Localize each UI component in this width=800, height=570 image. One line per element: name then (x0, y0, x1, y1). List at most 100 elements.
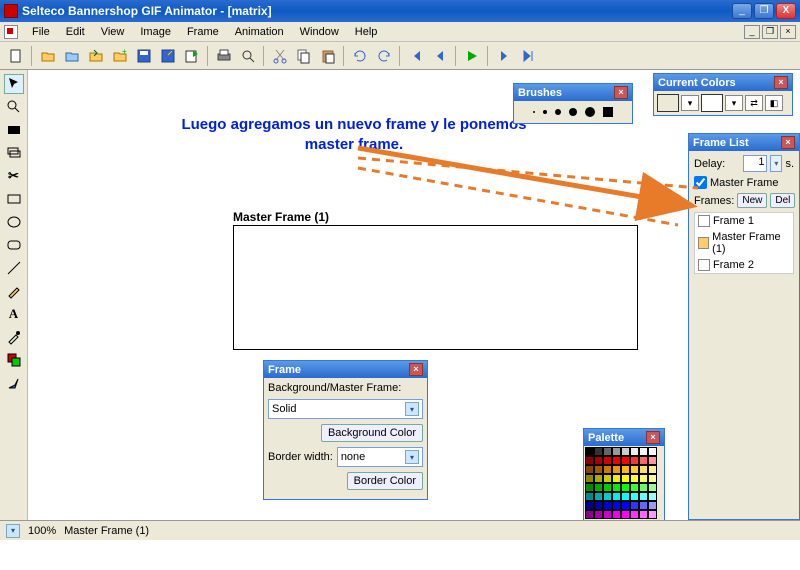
palette-color[interactable] (648, 465, 657, 474)
palette-color[interactable] (639, 510, 648, 519)
palette-color[interactable] (630, 474, 639, 483)
redo-icon[interactable] (373, 45, 395, 67)
border-width-select[interactable]: none▾ (337, 447, 423, 467)
palette-color[interactable] (639, 474, 648, 483)
undo-icon[interactable] (349, 45, 371, 67)
palette-color[interactable] (621, 474, 630, 483)
background-color-swatch[interactable] (701, 94, 723, 112)
menu-frame[interactable]: Frame (179, 24, 227, 40)
delay-dropdown-icon[interactable]: ▾ (770, 155, 782, 172)
palette-color[interactable] (594, 510, 603, 519)
brush-size-5[interactable] (585, 107, 595, 117)
open-folder-icon[interactable] (61, 45, 83, 67)
stack-tool-icon[interactable] (4, 143, 24, 163)
palette-color[interactable] (621, 483, 630, 492)
rounded-rect-tool-icon[interactable] (4, 235, 24, 255)
next-frame-icon[interactable] (493, 45, 515, 67)
paste-icon[interactable] (317, 45, 339, 67)
brush-size-4[interactable] (569, 108, 577, 116)
frame-list-panel[interactable]: Frame List× Delay: 1 ▾ s. Master Frame F… (688, 133, 800, 520)
cut-icon[interactable] (269, 45, 291, 67)
palette-color[interactable] (648, 483, 657, 492)
brushes-panel[interactable]: Brushes× (513, 83, 633, 124)
text-tool-icon[interactable]: A (4, 304, 24, 324)
palette-color[interactable] (594, 501, 603, 510)
ellipse-tool-icon[interactable] (4, 212, 24, 232)
save-icon[interactable] (133, 45, 155, 67)
prev-frame-icon[interactable] (429, 45, 451, 67)
bg-more-icon[interactable]: ▾ (725, 95, 743, 111)
play-icon[interactable] (461, 45, 483, 67)
menu-view[interactable]: View (93, 24, 133, 40)
palette-color[interactable] (585, 447, 594, 456)
palette-color[interactable] (585, 483, 594, 492)
save-as-icon[interactable] (157, 45, 179, 67)
menu-edit[interactable]: Edit (58, 24, 93, 40)
frame-del-button[interactable]: Del (770, 193, 795, 208)
palette-color[interactable] (603, 447, 612, 456)
brush-size-2[interactable] (543, 110, 547, 114)
border-color-button[interactable]: Border Color (347, 472, 423, 490)
brush-square[interactable] (603, 107, 613, 117)
palette-color[interactable] (630, 447, 639, 456)
palette-color[interactable] (594, 483, 603, 492)
palette-color[interactable] (585, 474, 594, 483)
cursor-tool-icon[interactable] (4, 74, 24, 94)
palette-color[interactable] (612, 474, 621, 483)
swap-colors-icon[interactable]: ⇄ (745, 95, 763, 111)
current-colors-panel[interactable]: Current Colors× ▾ ▾ ⇄ ◧ (653, 73, 793, 116)
frame-list-item[interactable]: Frame 2 (695, 257, 793, 273)
first-frame-icon[interactable] (405, 45, 427, 67)
palette-color[interactable] (639, 492, 648, 501)
mdi-restore-button[interactable]: ❐ (762, 25, 778, 39)
mdi-close-button[interactable]: × (780, 25, 796, 39)
palette-color[interactable] (648, 492, 657, 501)
copy-icon[interactable] (293, 45, 315, 67)
new-file-icon[interactable] (5, 45, 27, 67)
palette-color[interactable] (639, 501, 648, 510)
cut-tool-icon[interactable]: ✂ (4, 166, 24, 186)
palette-color[interactable] (648, 456, 657, 465)
rect-tool-icon[interactable] (4, 189, 24, 209)
palette-color[interactable] (621, 447, 630, 456)
palette-color[interactable] (612, 510, 621, 519)
palette-color[interactable] (630, 465, 639, 474)
palette-color[interactable] (585, 510, 594, 519)
print-icon[interactable] (213, 45, 235, 67)
palette-color[interactable] (612, 501, 621, 510)
frame-list-item[interactable]: Frame 1 (695, 213, 793, 229)
brush-size-1[interactable] (533, 111, 535, 113)
window-close-button[interactable]: X (776, 3, 796, 19)
frame-panel-close-icon[interactable]: × (409, 363, 423, 376)
palette-color[interactable] (630, 456, 639, 465)
eyedropper-tool-icon[interactable] (4, 327, 24, 347)
line-tool-icon[interactable] (4, 258, 24, 278)
fg-more-icon[interactable]: ▾ (681, 95, 699, 111)
zoom-dropdown-icon[interactable]: ▾ (6, 524, 20, 538)
bg-master-select[interactable]: Solid▾ (268, 399, 423, 419)
palette-color[interactable] (585, 456, 594, 465)
palette-color[interactable] (639, 483, 648, 492)
menu-window[interactable]: Window (292, 24, 347, 40)
add-folder-icon[interactable]: + (109, 45, 131, 67)
last-frame-icon[interactable] (517, 45, 539, 67)
palette-color[interactable] (594, 492, 603, 501)
pen-tool-icon[interactable] (4, 373, 24, 393)
import-icon[interactable] (85, 45, 107, 67)
zoom-tool-icon[interactable] (4, 97, 24, 117)
default-colors-icon[interactable]: ◧ (765, 95, 783, 111)
palette-color[interactable] (630, 501, 639, 510)
palette-color[interactable] (612, 456, 621, 465)
palette-color[interactable] (603, 492, 612, 501)
palette-color[interactable] (612, 483, 621, 492)
delay-input[interactable]: 1 (743, 155, 767, 172)
palette-color[interactable] (621, 465, 630, 474)
palette-color[interactable] (585, 501, 594, 510)
palette-color[interactable] (585, 492, 594, 501)
foreground-color-swatch[interactable] (657, 94, 679, 112)
palette-color[interactable] (648, 447, 657, 456)
palette-color[interactable] (594, 465, 603, 474)
palette-color[interactable] (630, 510, 639, 519)
palette-color[interactable] (594, 474, 603, 483)
menu-file[interactable]: File (24, 24, 58, 40)
